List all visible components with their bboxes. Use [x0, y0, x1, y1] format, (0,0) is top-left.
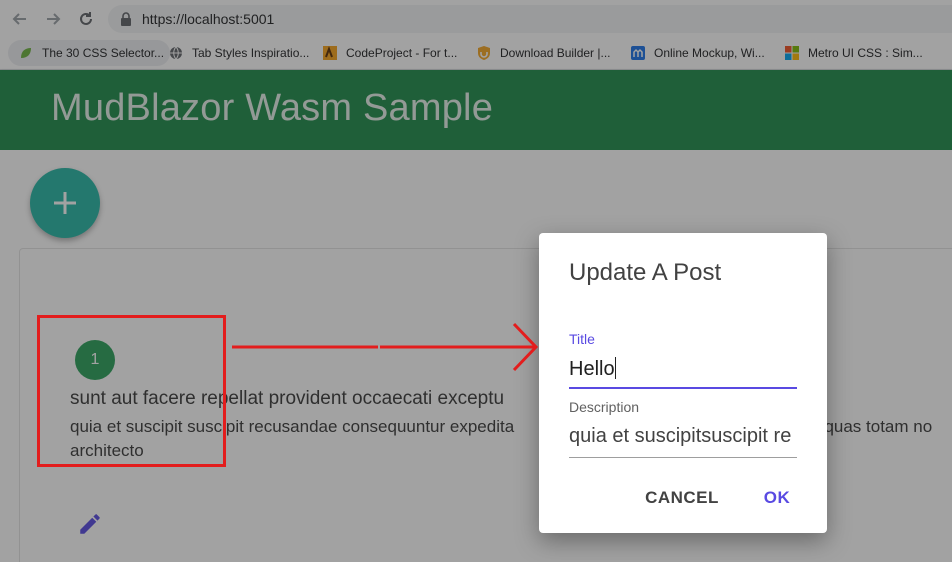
title-input-value: Hello — [569, 358, 615, 380]
annotation-arrow — [232, 322, 539, 372]
update-post-dialog: Update A Post Title Hello Description qu… — [539, 233, 827, 533]
annotation-highlight-box — [37, 315, 226, 467]
title-input[interactable]: Hello — [569, 357, 797, 389]
description-field-label: Description — [569, 399, 640, 415]
cancel-button[interactable]: CANCEL — [640, 488, 724, 514]
ok-button[interactable]: OK — [757, 488, 797, 514]
text-caret — [614, 357, 616, 379]
dialog-title: Update A Post — [569, 259, 722, 286]
description-input[interactable]: quia et suscipitsuscipit re — [569, 425, 797, 458]
title-field-label: Title — [569, 331, 595, 347]
description-input-value: quia et suscipitsuscipit re — [569, 425, 792, 447]
